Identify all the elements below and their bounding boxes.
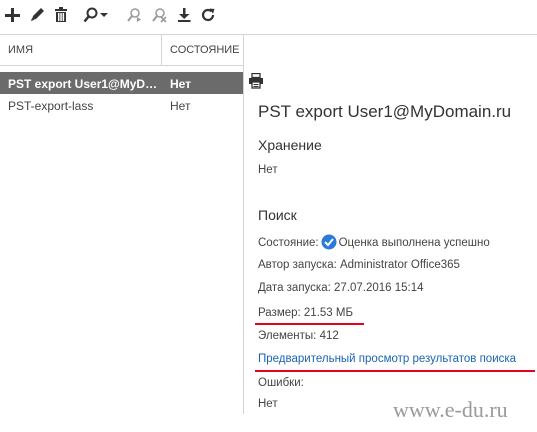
list-item-status: Нет	[170, 99, 191, 113]
list-item-name: PST-export-lass	[8, 99, 94, 113]
list-item[interactable]: PST-export-lass Нет	[0, 94, 243, 116]
search-size: Размер: 21.53 МБ	[258, 307, 354, 319]
stop-search-icon[interactable]	[148, 4, 170, 26]
errors-label: Ошибки:	[258, 377, 304, 389]
errors-value: Нет	[258, 398, 278, 410]
details-title: PST export User1@MyDomain.ru	[258, 102, 512, 121]
edit-icon[interactable]	[26, 4, 48, 26]
start-search-icon[interactable]	[123, 4, 145, 26]
list-item-status: Нет	[170, 77, 192, 91]
search-status-value: Оценка выполнена успешно	[338, 237, 490, 249]
delete-icon[interactable]	[50, 4, 72, 26]
success-check-icon	[321, 234, 337, 253]
watermark: www.e-du.ru	[393, 397, 508, 422]
search-author: Автор запуска: Administrator Office365	[258, 259, 460, 271]
add-icon[interactable]	[1, 4, 23, 26]
preview-link-highlight-underline	[255, 370, 535, 372]
list-item-name: PST export User1@MyDomain.ru	[8, 77, 158, 91]
toolbar	[0, 0, 537, 34]
list-item[interactable]: PST export User1@MyDomain.ru Нет	[0, 72, 243, 94]
export-icon[interactable]	[173, 4, 195, 26]
search-items: Элементы: 412	[258, 330, 339, 342]
storage-value: Нет	[258, 164, 278, 176]
search-dropdown-icon[interactable]	[97, 4, 111, 26]
column-divider	[161, 35, 162, 65]
search-heading: Поиск	[258, 207, 297, 223]
size-highlight-underline	[255, 323, 364, 325]
print-icon[interactable]	[248, 72, 264, 94]
preview-results-link[interactable]: Предварительный просмотр результатов пои…	[258, 353, 516, 365]
refresh-icon[interactable]	[197, 4, 219, 26]
pane-divider	[243, 34, 244, 414]
list-header: ИМЯ СОСТОЯНИЕ	[0, 34, 243, 66]
column-status-header[interactable]: СОСТОЯНИЕ	[170, 44, 240, 56]
search-status: Состояние: Оценка выполнена успешно	[258, 234, 490, 253]
details-header-area	[244, 34, 537, 65]
search-status-label: Состояние:	[258, 237, 319, 249]
storage-heading: Хранение	[258, 137, 322, 153]
column-name-header[interactable]: ИМЯ	[8, 44, 33, 56]
search-date: Дата запуска: 27.07.2016 15:14	[258, 282, 424, 294]
